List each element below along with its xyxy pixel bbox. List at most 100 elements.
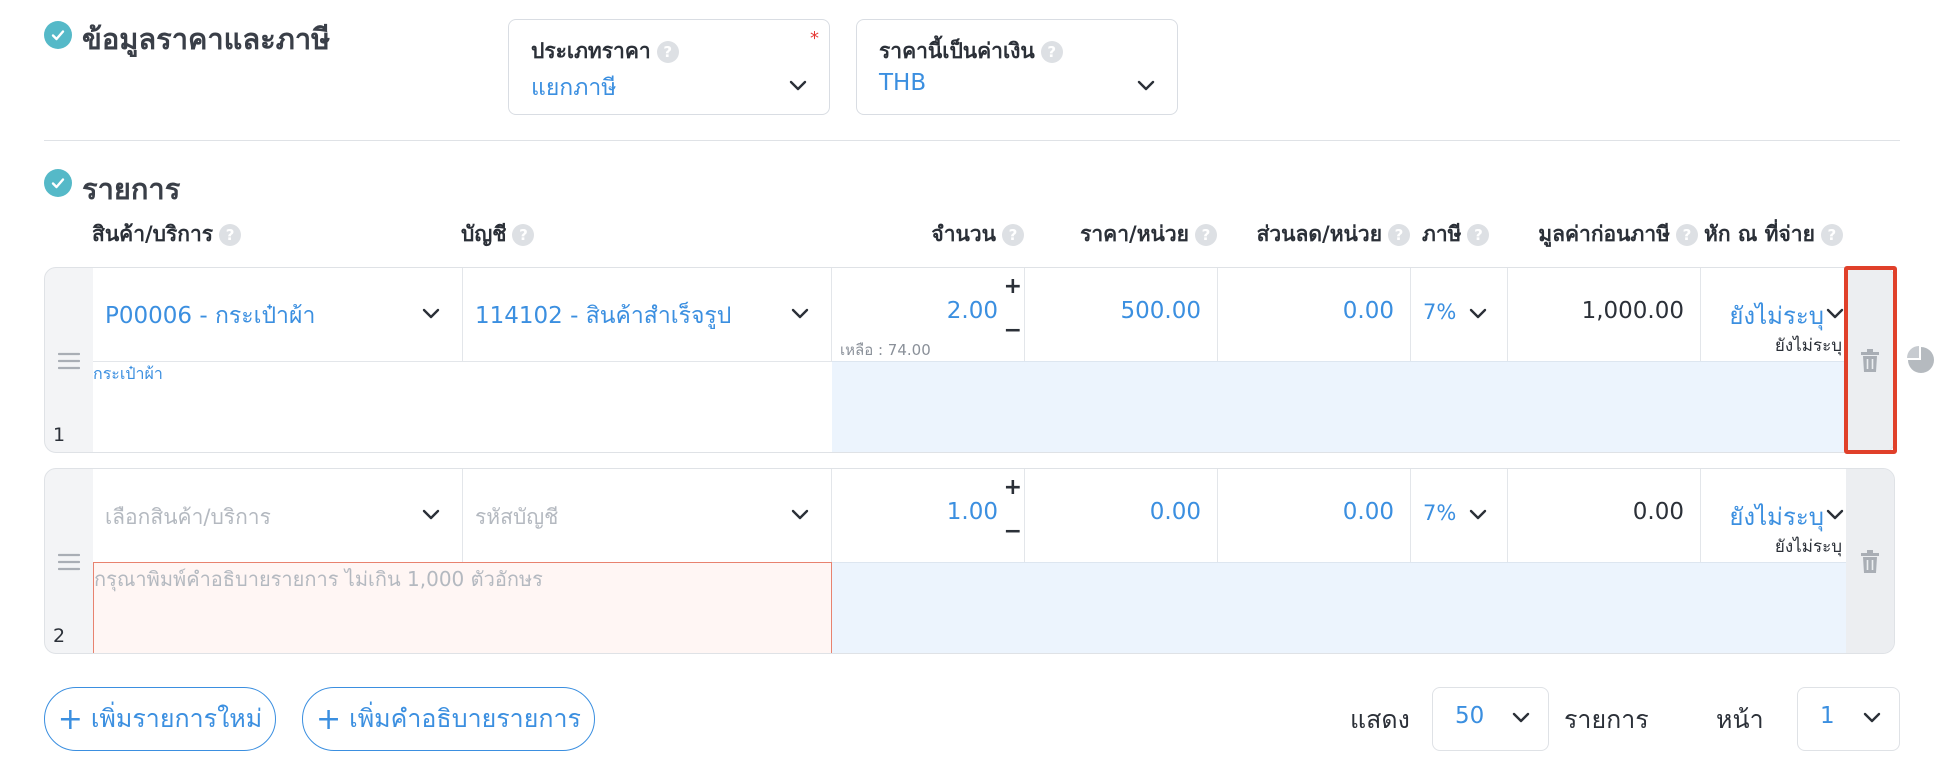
chevron-down-icon <box>422 509 440 520</box>
add-description-button[interactable]: + เพิ่มคำอธิบายรายการ <box>302 687 595 751</box>
row-detail-area <box>832 361 1848 452</box>
chevron-down-icon <box>789 80 807 91</box>
withholding-sub: ยังไม่ระบุ <box>1774 537 1842 557</box>
pre-tax-value: 1,000.00 <box>1581 298 1684 324</box>
withholding-value: ยังไม่ระบุ <box>1729 302 1824 330</box>
currency-label: ราคานี้เป็นค่าเงิน <box>879 39 1035 63</box>
help-icon[interactable]: ? <box>1002 224 1024 246</box>
chevron-down-icon <box>1826 509 1844 520</box>
chevron-down-icon <box>791 308 809 319</box>
tax-value: 7% <box>1423 501 1457 525</box>
qty-minus-button[interactable]: − <box>1004 519 1022 544</box>
drag-handle-icon[interactable] <box>58 352 80 370</box>
required-mark: * <box>810 28 819 49</box>
row-detail-area <box>832 562 1848 653</box>
chevron-down-icon <box>1137 80 1155 91</box>
qty-input[interactable]: 2.00 + − เหลือ : 74.00 <box>832 268 1025 361</box>
withholding-sub: ยังไม่ระบุ <box>1774 336 1842 356</box>
plus-icon: + <box>57 701 83 737</box>
withholding-select[interactable]: ยังไม่ระบุ ยังไม่ระบุ <box>1701 268 1848 361</box>
highlight-box <box>1844 266 1897 454</box>
product-select[interactable]: เลือกสินค้า/บริการ <box>93 469 463 562</box>
help-icon[interactable]: ? <box>1040 41 1063 63</box>
description-value: กระเป๋าผ้า <box>93 364 163 383</box>
page-select[interactable]: 1 <box>1797 687 1900 751</box>
col-header-product: สินค้า/บริการ? <box>92 218 242 251</box>
price-section-check-icon <box>44 21 72 49</box>
tax-select[interactable]: 7% <box>1411 469 1508 562</box>
qty-minus-button[interactable]: − <box>1004 318 1022 343</box>
add-description-label: เพิ่มคำอธิบายรายการ <box>349 704 581 733</box>
product-value: P00006 - กระเป๋าผ้า <box>105 303 316 329</box>
item-row: 1 P00006 - กระเป๋าผ้า 114102 - สินค้าสำเ… <box>44 267 1895 453</box>
withholding-select[interactable]: ยังไม่ระบุ ยังไม่ระบุ <box>1701 469 1848 562</box>
description-input[interactable]: กรุณาพิมพ์คำอธิบายรายการ ไม่เกิน 1,000 ต… <box>93 562 832 653</box>
currency-select[interactable]: ราคานี้เป็นค่าเงิน? THB <box>856 19 1178 115</box>
description-placeholder: กรุณาพิมพ์คำอธิบายรายการ ไม่เกิน 1,000 ต… <box>94 567 543 591</box>
unit-price-input[interactable]: 500.00 <box>1025 268 1218 361</box>
chevron-down-icon <box>1469 509 1487 520</box>
delete-row-button[interactable] <box>1846 469 1894 653</box>
pre-tax-value-cell: 1,000.00 <box>1508 268 1701 361</box>
page-value: 1 <box>1820 703 1835 729</box>
help-icon[interactable]: ? <box>656 41 679 63</box>
trash-icon <box>1861 550 1879 573</box>
help-icon[interactable]: ? <box>512 224 535 246</box>
items-label: รายการ <box>1564 705 1649 734</box>
items-section-check-icon <box>44 169 72 197</box>
pie-chart-icon[interactable] <box>1906 345 1936 375</box>
page-label: หน้า <box>1716 705 1764 734</box>
page-size-select[interactable]: 50 <box>1432 687 1549 751</box>
product-select[interactable]: P00006 - กระเป๋าผ้า <box>93 268 463 361</box>
chevron-down-icon <box>1469 308 1487 319</box>
unit-price-value: 0.00 <box>1149 499 1201 525</box>
col-header-discount: ส่วนลด/หน่วย? <box>1257 218 1410 251</box>
account-select[interactable]: รหัสบัญชี <box>463 469 832 562</box>
discount-value: 0.00 <box>1342 298 1394 324</box>
col-header-qty: จำนวน? <box>931 218 1024 251</box>
help-icon[interactable]: ? <box>1388 224 1410 246</box>
currency-value: THB <box>879 70 927 96</box>
item-row: 2 เลือกสินค้า/บริการ รหัสบัญชี 1.00 + − … <box>44 468 1895 654</box>
row-number: 1 <box>53 424 66 446</box>
pre-tax-value-cell: 0.00 <box>1508 469 1701 562</box>
row-number: 2 <box>53 625 66 647</box>
chevron-down-icon <box>791 509 809 520</box>
qty-input[interactable]: 1.00 + − <box>832 469 1025 562</box>
drag-handle-icon[interactable] <box>58 553 80 571</box>
help-icon[interactable]: ? <box>1676 224 1698 246</box>
description-input[interactable]: กระเป๋าผ้า <box>93 361 832 452</box>
help-icon[interactable]: ? <box>1467 224 1490 246</box>
show-label: แสดง <box>1350 705 1410 734</box>
qty-value: 1.00 <box>946 499 998 525</box>
unit-price-input[interactable]: 0.00 <box>1025 469 1218 562</box>
page-size-value: 50 <box>1455 703 1485 729</box>
col-header-withholding: หัก ณ ที่จ่าย? <box>1704 218 1843 251</box>
account-placeholder: รหัสบัญชี <box>475 505 559 529</box>
help-icon[interactable]: ? <box>1195 224 1217 246</box>
price-type-select[interactable]: ประเภทราคา? * แยกภาษี <box>508 19 830 115</box>
section-divider <box>44 140 1900 141</box>
pre-tax-value: 0.00 <box>1632 499 1684 525</box>
qty-plus-button[interactable]: + <box>1004 274 1022 299</box>
product-placeholder: เลือกสินค้า/บริการ <box>105 505 271 529</box>
help-icon[interactable]: ? <box>219 224 242 246</box>
discount-input[interactable]: 0.00 <box>1218 469 1411 562</box>
withholding-value: ยังไม่ระบุ <box>1729 503 1824 531</box>
chevron-down-icon <box>1863 712 1881 723</box>
account-select[interactable]: 114102 - สินค้าสำเร็จรูป <box>463 268 832 361</box>
chevron-down-icon <box>1512 712 1530 723</box>
qty-plus-button[interactable]: + <box>1004 475 1022 500</box>
tax-value: 7% <box>1423 300 1457 324</box>
tax-select[interactable]: 7% <box>1411 268 1508 361</box>
plus-icon: + <box>316 701 342 737</box>
discount-input[interactable]: 0.00 <box>1218 268 1411 361</box>
chevron-down-icon <box>1826 308 1844 319</box>
price-type-label: ประเภทราคา <box>531 39 651 63</box>
price-type-value: แยกภาษี <box>531 75 617 101</box>
discount-value: 0.00 <box>1342 499 1394 525</box>
unit-price-value: 500.00 <box>1120 298 1201 324</box>
add-item-button[interactable]: + เพิ่มรายการใหม่ <box>44 687 276 751</box>
chevron-down-icon <box>422 308 440 319</box>
help-icon[interactable]: ? <box>1820 224 1843 246</box>
